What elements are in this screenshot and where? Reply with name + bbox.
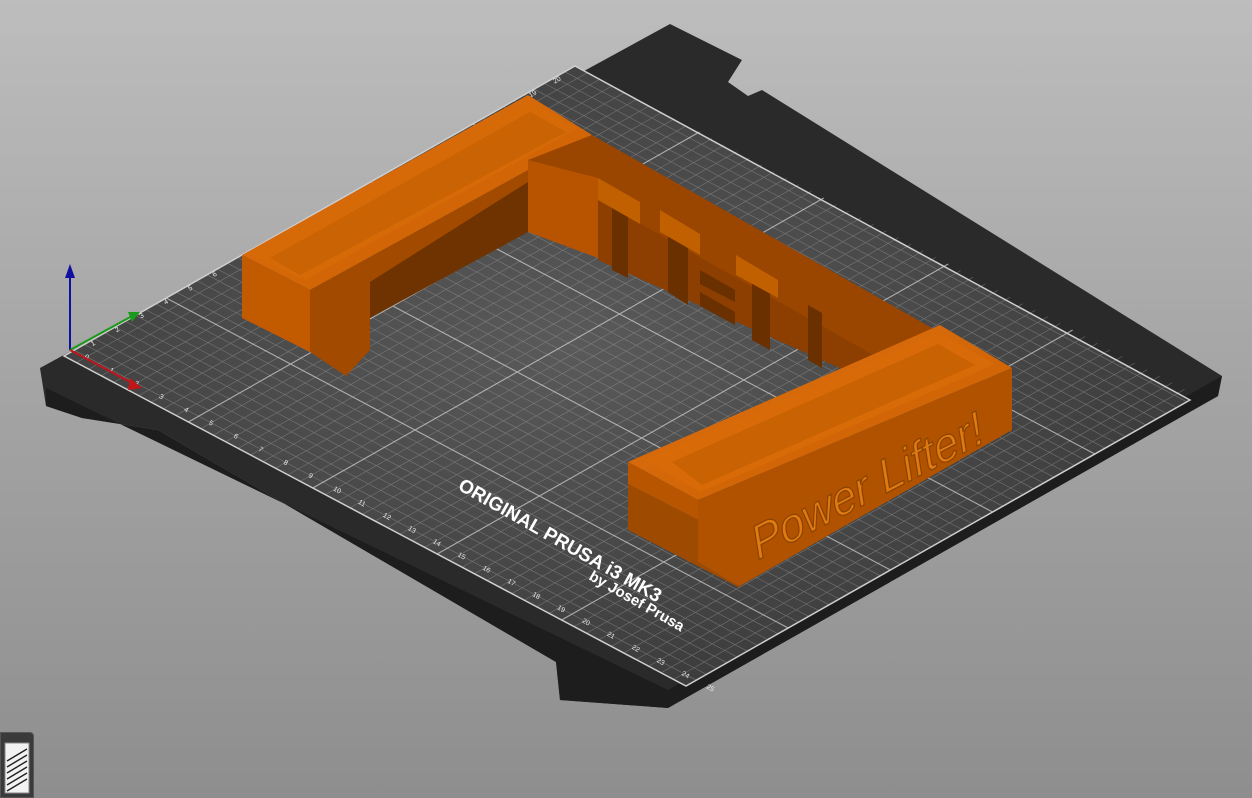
- 3d-viewport[interactable]: 0123456789101112131415161718192021222324…: [0, 0, 1252, 798]
- layers-icon: [4, 742, 30, 794]
- x-tick-label: 25: [705, 684, 715, 694]
- layers-toggle-button[interactable]: [0, 732, 34, 798]
